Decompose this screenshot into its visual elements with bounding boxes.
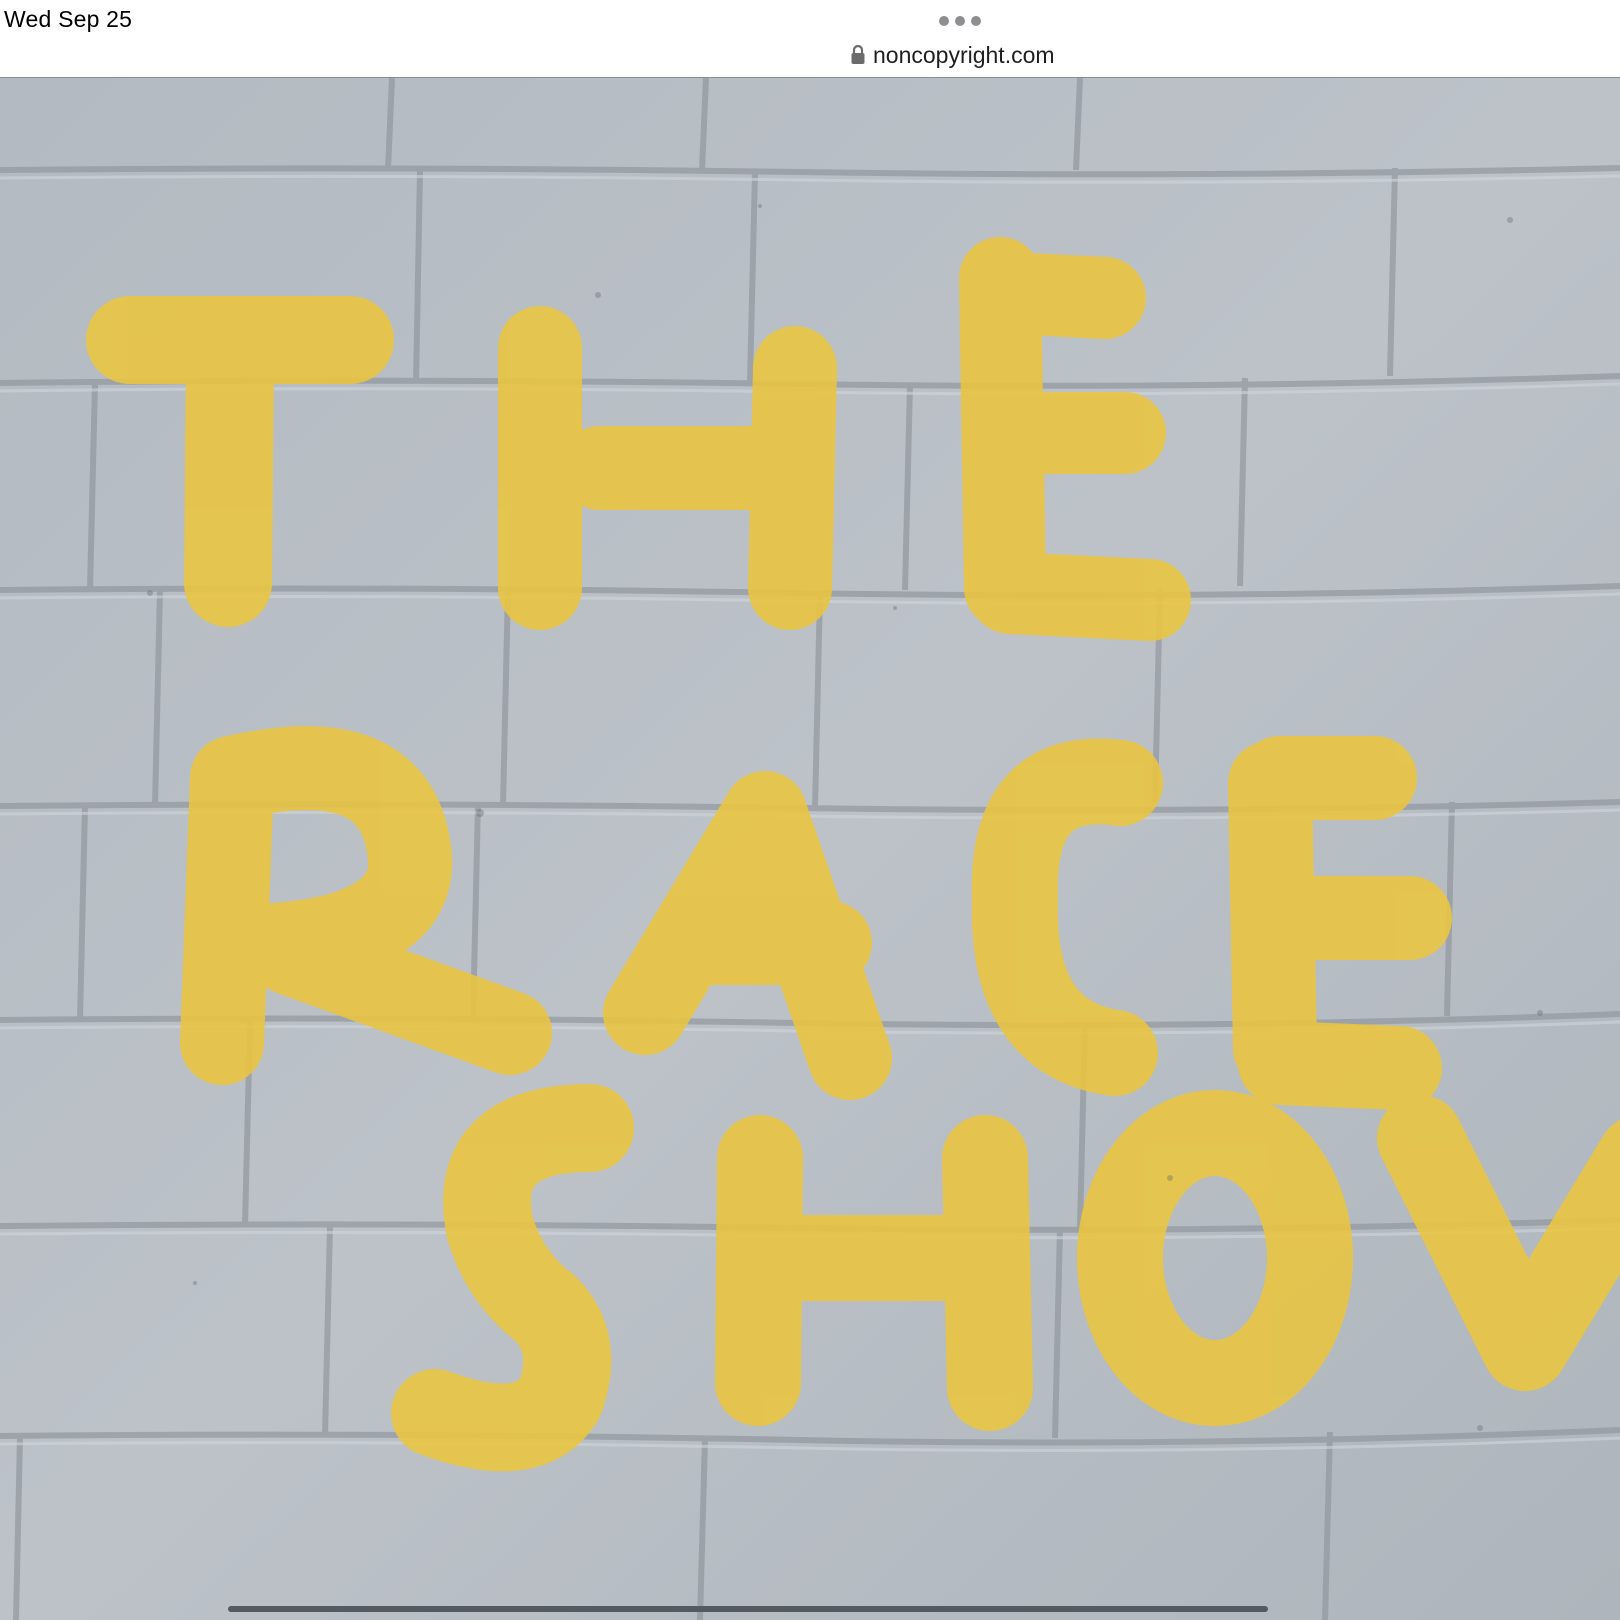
- status-bar: Wed Sep 25 noncopyright.com: [0, 0, 1620, 78]
- web-content: [0, 78, 1620, 1620]
- brick-wall-artwork: [0, 78, 1620, 1620]
- home-indicator[interactable]: [228, 1606, 1268, 1612]
- lock-icon: [850, 44, 866, 66]
- more-dots-icon[interactable]: [938, 14, 982, 26]
- url-text: noncopyright.com: [873, 41, 1055, 68]
- status-date: Wed Sep 25: [4, 6, 133, 32]
- address-bar[interactable]: noncopyright.com: [850, 38, 1055, 72]
